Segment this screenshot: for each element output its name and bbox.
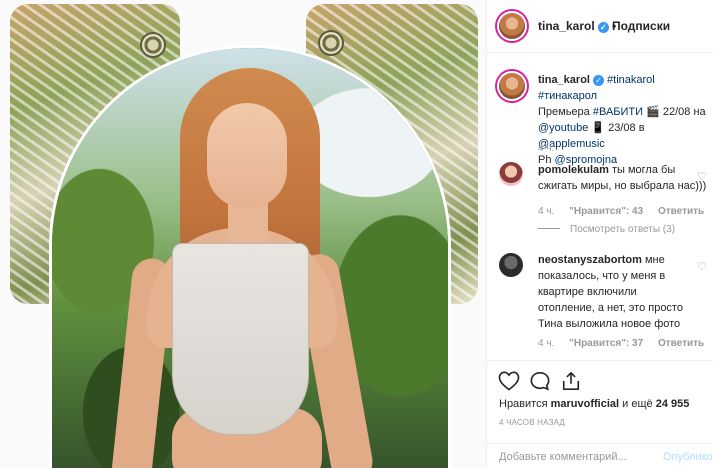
- comment-meta: 4 ч. "Нравится": 43 Ответить: [538, 206, 704, 217]
- likes-and: и ещё: [622, 398, 653, 410]
- liked-by-user[interactable]: maruvofficial: [551, 398, 619, 410]
- hashtag-link[interactable]: #ВАБИТИ: [593, 106, 643, 118]
- hashtag-link[interactable]: #tinakarol: [607, 74, 655, 86]
- caption-username[interactable]: tina_karol: [538, 74, 590, 86]
- author-username[interactable]: tina_karol ✓ •: [538, 19, 616, 33]
- heart-icon[interactable]: [498, 371, 520, 396]
- comment-username[interactable]: neostanyszabortom: [538, 254, 642, 266]
- view-replies-label[interactable]: Посмотреть ответы (3): [570, 224, 675, 235]
- caption-text: Премьера: [538, 106, 590, 118]
- post-sidebar: tina_karol ✓ • Подписки tina_karol ✓ #tina…: [486, 0, 713, 468]
- comment-like-icon[interactable]: ♡: [697, 170, 707, 183]
- hashtag-link[interactable]: #тинакарол: [538, 90, 597, 102]
- instagram-post: tina_karol ✓ • Подписки tina_karol ✓ #tina…: [0, 0, 713, 468]
- comment-input[interactable]: [499, 451, 649, 463]
- phone-emoji: 📱: [591, 122, 606, 134]
- model-face: [207, 103, 287, 208]
- comment-avatar[interactable]: [499, 253, 523, 277]
- comment-meta: 4 ч. "Нравится": 37 Ответить: [538, 338, 704, 349]
- likes-summary: Нравится maruvofficial и ещё 24 955: [499, 398, 689, 410]
- caption-time[interactable]: 4 ч.: [538, 143, 554, 154]
- model-bodysuit: [172, 243, 309, 435]
- photo-arch: [52, 48, 448, 468]
- caption-avatar[interactable]: [499, 73, 525, 99]
- post-timestamp[interactable]: 4 ЧАСОВ НАЗАД: [499, 418, 565, 427]
- avatar[interactable]: [499, 13, 525, 39]
- add-comment-section: Опубликов: [487, 443, 713, 469]
- verified-icon: ✓: [597, 22, 609, 33]
- reply-button[interactable]: Ответить: [658, 206, 704, 217]
- comment-avatar[interactable]: [499, 162, 523, 186]
- comment-text: neostanyszabortom мне показалось, что у …: [538, 252, 688, 332]
- comment-username[interactable]: pomolekulam: [538, 164, 609, 176]
- mention-link[interactable]: @youtube: [538, 122, 588, 134]
- comment-time[interactable]: 4 ч.: [538, 206, 554, 217]
- comment-text: pomolekulam ты могла бы сжигать миры, но…: [538, 162, 708, 194]
- view-replies[interactable]: Посмотреть ответы (3): [538, 224, 675, 235]
- likes-count[interactable]: 24 955: [656, 398, 690, 410]
- post-photo[interactable]: [0, 0, 486, 468]
- comment-icon[interactable]: [529, 371, 551, 396]
- likes-prefix: Нравится: [499, 398, 548, 410]
- comment-like-icon[interactable]: ♡: [697, 260, 707, 273]
- follow-button[interactable]: Подписки: [612, 19, 670, 33]
- caption-text: 22/08 на: [662, 106, 706, 118]
- comment-time[interactable]: 4 ч.: [538, 338, 554, 349]
- author-username-text[interactable]: tina_karol: [538, 19, 595, 33]
- publish-button[interactable]: Опубликов: [663, 451, 713, 463]
- post-header: tina_karol ✓ • Подписки: [487, 0, 713, 53]
- clapper-emoji: 🎬: [646, 106, 660, 118]
- replies-line: [538, 228, 560, 229]
- comment-likes[interactable]: "Нравится": 37: [569, 338, 643, 349]
- verified-icon: ✓: [592, 75, 604, 86]
- caption-text: 23/08 в: [608, 122, 645, 134]
- comment-likes[interactable]: "Нравится": 43: [569, 206, 643, 217]
- post-caption: tina_karol ✓ #tinakarol #тинакарол Премье…: [538, 72, 712, 168]
- share-icon[interactable]: [561, 371, 581, 396]
- reply-button[interactable]: Ответить: [658, 338, 704, 349]
